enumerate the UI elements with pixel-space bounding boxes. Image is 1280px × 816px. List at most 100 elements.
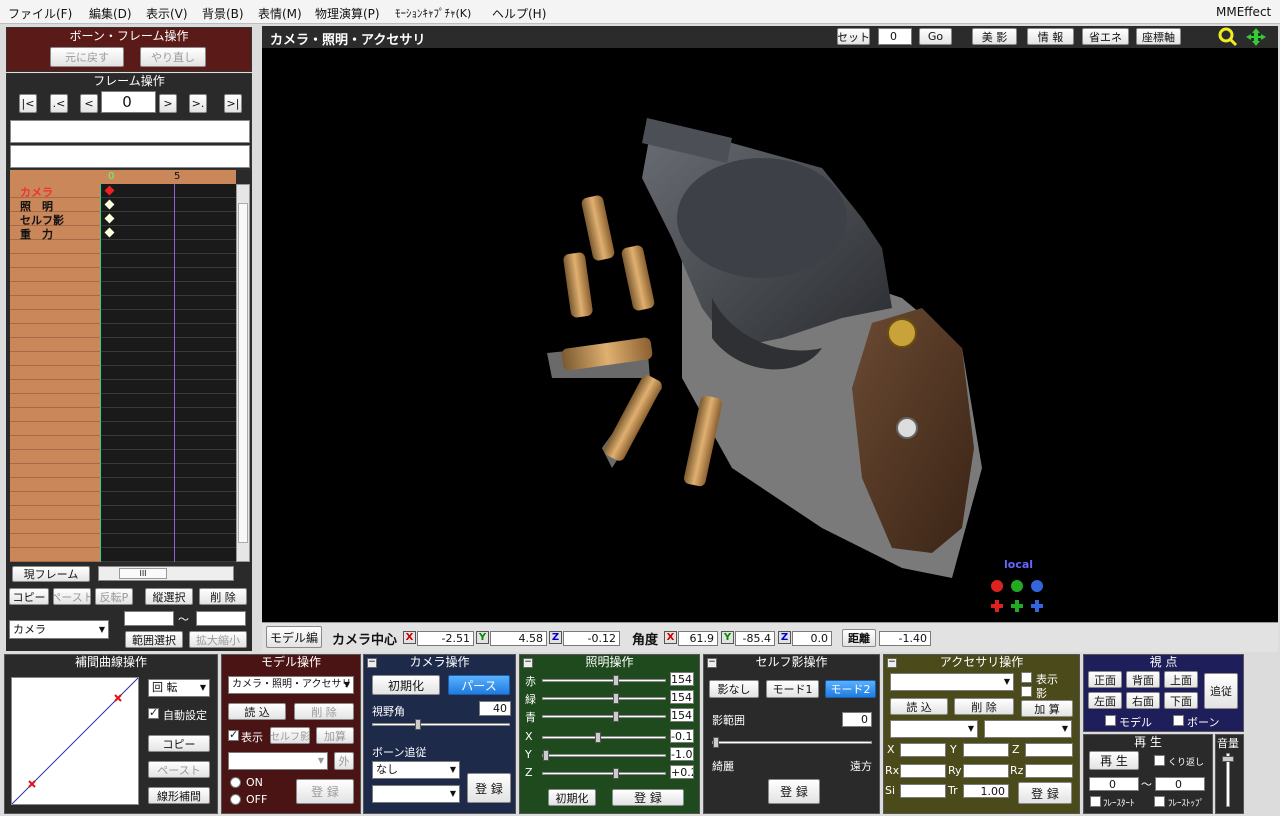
set-frame-input[interactable]: 0 <box>878 28 912 45</box>
acc-ry-input[interactable] <box>963 764 1009 778</box>
range-select-button[interactable]: 範囲選択 <box>125 631 183 648</box>
play-button[interactable]: 再 生 <box>1089 751 1139 770</box>
light-b-input[interactable]: 154 <box>670 708 694 722</box>
bieffect-button[interactable]: 美 影 <box>972 28 1017 45</box>
keyframe-camera[interactable] <box>104 185 115 196</box>
fov-slider-thumb[interactable] <box>415 719 421 730</box>
light-init-button[interactable]: 初期化 <box>548 789 596 806</box>
camera-z-input[interactable]: -0.12 <box>563 631 620 646</box>
hscroll-thumb[interactable]: III <box>119 568 167 579</box>
light-z-thumb[interactable] <box>613 768 619 779</box>
range-from-input[interactable] <box>124 611 174 626</box>
next-frame-button[interactable]: > <box>159 94 177 113</box>
camera-register-button[interactable]: 登 録 <box>467 773 511 803</box>
keyframe-grid[interactable] <box>100 184 236 562</box>
acc-shadow-checkbox[interactable] <box>1021 686 1032 697</box>
acc-y-input[interactable] <box>963 743 1009 757</box>
current-frame-button[interactable]: 現フレーム <box>12 566 90 582</box>
vscroll-thumb[interactable] <box>238 203 248 543</box>
view-right-button[interactable]: 右面 <box>1126 692 1160 709</box>
frame-stop-checkbox[interactable] <box>1154 796 1165 807</box>
view-bone-checkbox[interactable] <box>1173 715 1184 726</box>
prev-frame-button[interactable]: < <box>80 94 98 113</box>
light-g-input[interactable]: 154 <box>670 690 694 704</box>
last-frame-button[interactable]: >| <box>224 94 242 113</box>
copy-frame-button[interactable]: コピー <box>9 588 49 605</box>
acc-x-input[interactable] <box>900 743 946 757</box>
menu-file[interactable]: ファイル(F) <box>8 5 72 22</box>
light-g-thumb[interactable] <box>613 693 619 704</box>
acc-model-combo[interactable] <box>890 720 978 738</box>
frame-number-input[interactable]: 0 <box>101 91 156 113</box>
light-b-thumb[interactable] <box>613 711 619 722</box>
distance-button[interactable]: 距離 <box>842 629 876 647</box>
scale-button[interactable]: 拡大縮小 <box>189 631 247 648</box>
frame-start-checkbox[interactable] <box>1090 796 1101 807</box>
angle-y-input[interactable]: -85.4 <box>735 631 775 646</box>
first-frame-button[interactable]: |< <box>19 94 37 113</box>
play-from-input[interactable]: 0 <box>1089 777 1139 791</box>
angle-x-input[interactable]: 61.9 <box>678 631 718 646</box>
shadow-range-thumb[interactable] <box>713 737 719 748</box>
model-external-button[interactable]: 外 <box>334 752 354 770</box>
acc-si-input[interactable] <box>900 784 946 798</box>
light-x-input[interactable]: -0.1 <box>670 729 694 743</box>
menu-background[interactable]: 背景(B) <box>202 5 244 22</box>
bone-follow-bone-combo[interactable] <box>372 785 460 803</box>
menu-help[interactable]: ヘルプ(H) <box>492 5 546 22</box>
keyframe-selfshadow[interactable] <box>104 213 115 224</box>
model-bone-combo[interactable] <box>228 752 328 770</box>
view-back-button[interactable]: 背面 <box>1126 671 1160 688</box>
prev-key-button[interactable]: .< <box>50 94 68 113</box>
light-z-input[interactable]: +0.2 <box>670 765 694 779</box>
info-button[interactable]: 情 報 <box>1027 28 1074 45</box>
auto-setting-checkbox[interactable] <box>148 706 159 719</box>
shadow-register-button[interactable]: 登 録 <box>768 779 820 804</box>
model-off-radio[interactable] <box>230 794 241 805</box>
shadow-none-button[interactable]: 影なし <box>709 680 759 698</box>
light-y-thumb[interactable] <box>543 750 549 761</box>
light-y-input[interactable]: -1.0 <box>670 747 694 761</box>
interp-type-combo[interactable]: 回 転 <box>148 679 210 697</box>
menu-edit[interactable]: 編集(D) <box>89 5 132 22</box>
light-z-slider[interactable] <box>542 768 666 779</box>
camera-x-input[interactable]: -2.51 <box>417 631 474 646</box>
model-show-checkbox[interactable] <box>228 728 239 741</box>
menu-motion-capture[interactable]: ﾓｰｼｮﾝｷｬﾌﾟﾁｬ(K) <box>395 5 471 21</box>
undo-button[interactable]: 元に戻す <box>50 47 124 67</box>
acc-delete-button[interactable]: 削 除 <box>954 698 1014 715</box>
move-icon[interactable] <box>1245 27 1267 47</box>
acc-rz-input[interactable] <box>1025 764 1073 778</box>
camera-init-button[interactable]: 初期化 <box>372 675 440 695</box>
bone-follow-model-combo[interactable]: なし <box>372 761 460 779</box>
interp-paste-button[interactable]: ペースト <box>148 761 210 778</box>
go-button[interactable]: Go <box>919 28 952 45</box>
volume-thumb[interactable] <box>1222 756 1234 762</box>
acc-select-combo[interactable] <box>890 673 1014 691</box>
acc-bone-combo[interactable] <box>984 720 1072 738</box>
linear-interp-button[interactable]: 線形補間 <box>148 787 210 804</box>
range-to-input[interactable] <box>196 611 246 626</box>
eco-button[interactable]: 省エネ <box>1082 28 1129 45</box>
acc-register-button[interactable]: 登 録 <box>1018 782 1072 804</box>
volume-slider[interactable] <box>1222 753 1234 807</box>
shadow-range-slider[interactable] <box>712 737 872 748</box>
acc-z-input[interactable] <box>1025 743 1073 757</box>
menu-expression[interactable]: 表情(M) <box>258 5 302 22</box>
interp-curve-editor[interactable] <box>11 677 139 805</box>
axis-gizmo-icon[interactable] <box>987 576 1051 616</box>
set-button[interactable]: セット <box>837 28 870 45</box>
model-selfshadow-button[interactable]: セルフ影 <box>270 727 310 744</box>
shadow-mode1-button[interactable]: モード1 <box>766 680 819 698</box>
shadow-range-input[interactable]: 0 <box>842 712 872 727</box>
fov-input[interactable]: 40 <box>479 701 511 716</box>
distance-input[interactable]: -1.40 <box>879 631 931 646</box>
view-left-button[interactable]: 左面 <box>1088 692 1122 709</box>
acc-load-button[interactable]: 読 込 <box>890 698 948 715</box>
shadow-mode2-button[interactable]: モード2 <box>825 680 876 698</box>
delete-frame-button[interactable]: 削 除 <box>199 588 247 605</box>
light-x-thumb[interactable] <box>595 732 601 743</box>
model-register-button[interactable]: 登 録 <box>296 779 354 804</box>
view-bottom-button[interactable]: 下面 <box>1164 692 1198 709</box>
track-select-combo[interactable]: カメラ <box>9 620 109 639</box>
